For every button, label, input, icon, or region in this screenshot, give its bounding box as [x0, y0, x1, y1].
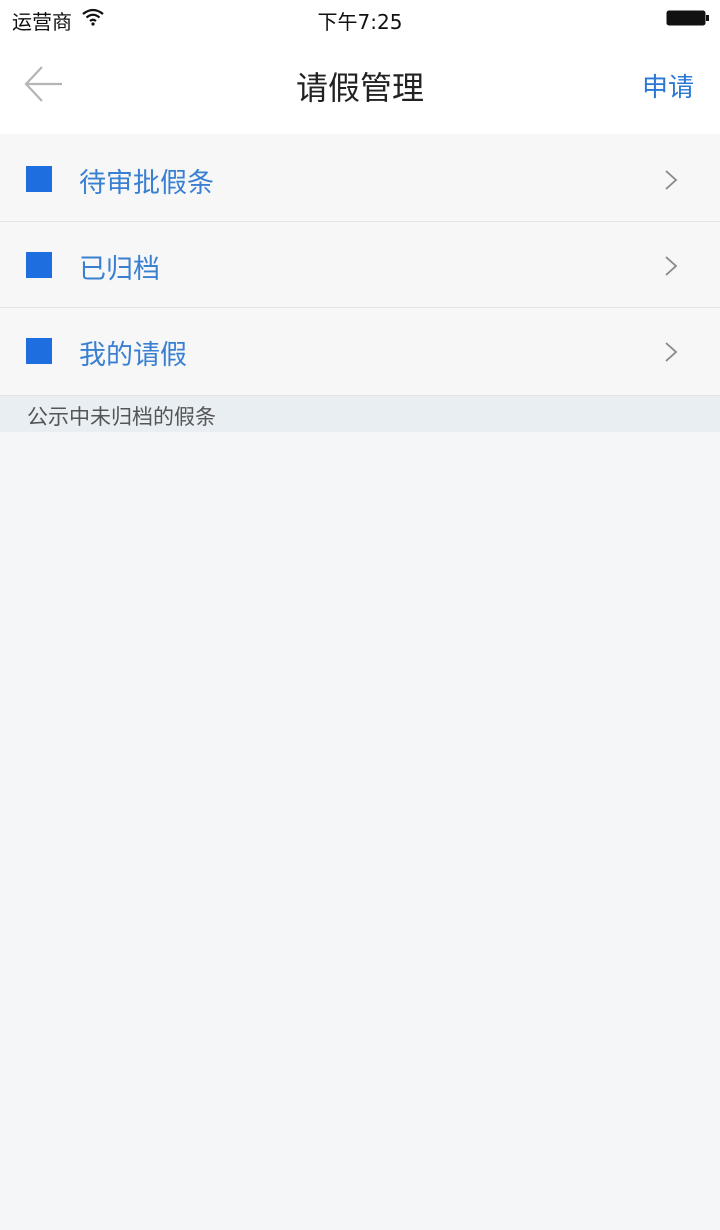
- square-icon: [26, 252, 52, 278]
- menu-item-label: 已归档: [79, 254, 160, 285]
- menu-list: 待审批假条 已归档 我的请假: [0, 136, 720, 396]
- nav-bar: 请假管理 申请: [0, 36, 720, 134]
- menu-item-my-leave[interactable]: 我的请假: [0, 308, 720, 396]
- status-bar: 运营商 下午7:25: [0, 0, 720, 36]
- section-label: 公示中未归档的假条: [27, 405, 216, 429]
- square-icon: [26, 166, 52, 192]
- chevron-right-icon: [665, 256, 678, 276]
- menu-item-label: 我的请假: [79, 340, 187, 371]
- page-title: 请假管理: [295, 69, 424, 107]
- square-icon: [26, 338, 52, 364]
- menu-item-pending-approval[interactable]: 待审批假条: [0, 136, 720, 222]
- apply-button[interactable]: 申请: [642, 67, 694, 104]
- section-header: 公示中未归档的假条: [0, 396, 720, 432]
- status-time: 下午7:25: [317, 10, 403, 34]
- chevron-right-icon: [665, 170, 678, 190]
- menu-item-label: 待审批假条: [79, 168, 214, 199]
- menu-item-archived[interactable]: 已归档: [0, 222, 720, 308]
- chevron-right-icon: [665, 342, 678, 362]
- battery-icon: [666, 10, 709, 26]
